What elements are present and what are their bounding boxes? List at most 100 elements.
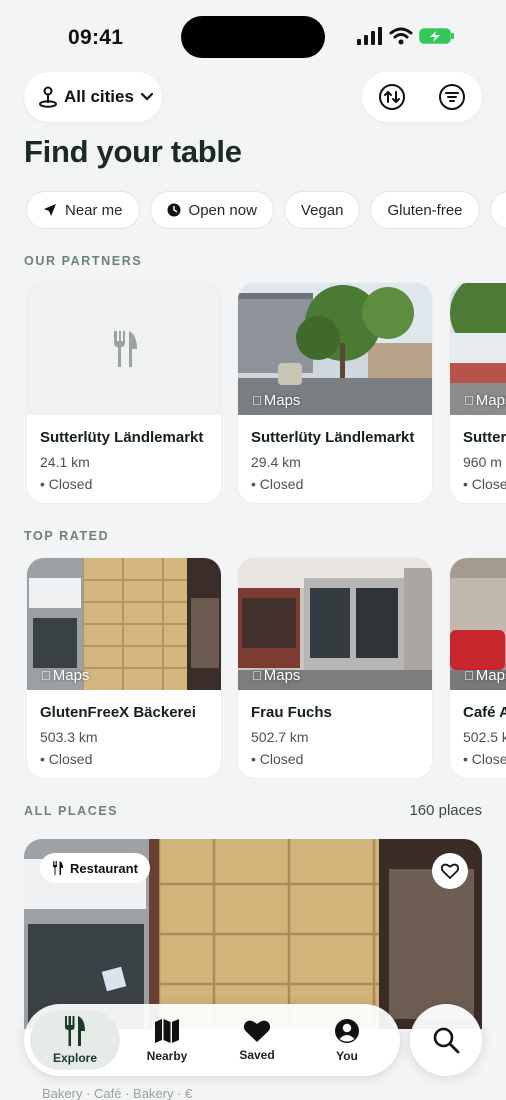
status-icons bbox=[357, 27, 455, 45]
filter-chip-vegan[interactable]: Vegan bbox=[283, 191, 361, 229]
maps-badge-label: Maps bbox=[254, 392, 301, 409]
apple-logo-icon:  bbox=[252, 393, 262, 408]
place-status: • Closed bbox=[40, 476, 93, 492]
place-distance: 502.5 km bbox=[463, 729, 506, 745]
maps-badge: Maps bbox=[252, 392, 300, 409]
filter-chip-near-me[interactable]: Near me bbox=[26, 191, 140, 229]
cutlery-icon bbox=[53, 861, 63, 875]
place-status-text: Closed bbox=[259, 476, 304, 492]
partners-carousel[interactable]: Sutterlüty Ländlemarkt 24.1 km • Closed … bbox=[26, 282, 506, 504]
category-badge: Restaurant bbox=[40, 853, 150, 883]
tab-saved[interactable]: Saved bbox=[212, 1010, 302, 1070]
tab-you[interactable]: You bbox=[302, 1010, 392, 1070]
apple-logo-icon:  bbox=[464, 393, 474, 408]
place-name: Frau Fuchs bbox=[251, 704, 332, 721]
favorite-button[interactable] bbox=[432, 853, 468, 889]
place-name: Sutterlüty Ländlemarkt bbox=[40, 429, 204, 446]
status-bar: 09:41 bbox=[0, 0, 506, 72]
tab-explore[interactable]: Explore bbox=[30, 1010, 120, 1070]
heart-icon bbox=[243, 1020, 271, 1042]
section-heading-partners: OUR PARTNERS bbox=[24, 254, 143, 268]
place-status: • Closed bbox=[463, 751, 506, 767]
place-status-text: Closed bbox=[471, 476, 506, 492]
place-status-text: Closed bbox=[48, 476, 93, 492]
city-selector[interactable]: All cities bbox=[24, 72, 162, 122]
filter-chip-label: Near me bbox=[65, 201, 123, 219]
place-card[interactable]: Maps Sutterlüty Ländlemarkt 29.4 km • C… bbox=[237, 282, 433, 504]
top-row: All cities bbox=[24, 72, 482, 122]
chevron-down-icon bbox=[140, 92, 154, 101]
filter-chip-gluten-free[interactable]: Gluten-free bbox=[370, 191, 480, 229]
place-status: • Closed bbox=[251, 476, 304, 492]
place-status: • Closed bbox=[40, 751, 93, 767]
filter-chip-label: Open now bbox=[188, 201, 257, 219]
place-distance: 503.3 km bbox=[40, 729, 98, 745]
place-distance: 502.7 km bbox=[251, 729, 309, 745]
place-name: Sutterlüty bbox=[463, 429, 506, 446]
location-arrow-icon bbox=[44, 204, 56, 216]
maps-badge: Maps bbox=[252, 667, 300, 684]
maps-badge-label: Maps bbox=[254, 667, 301, 684]
cutlery-icon bbox=[114, 331, 137, 367]
filter-chip-label: Vegan bbox=[300, 201, 344, 219]
street-photo: Maps bbox=[450, 558, 506, 690]
person-icon bbox=[335, 1018, 359, 1043]
city-selector-label: All cities bbox=[64, 87, 134, 106]
category-badge-label: Restaurant bbox=[70, 860, 138, 876]
place-distance: 24.1 km bbox=[40, 454, 90, 470]
dynamic-island bbox=[181, 16, 325, 58]
place-status-text: Closed bbox=[48, 751, 93, 767]
filter-chip-label: Gluten-free bbox=[387, 201, 463, 219]
status-time: 09:41 bbox=[68, 26, 124, 49]
tab-label: Explore bbox=[52, 1050, 97, 1065]
maps-badge: Maps bbox=[41, 667, 89, 684]
place-card[interactable]: Maps Frau Fuchs 502.7 km • Closed bbox=[237, 557, 433, 779]
search-button[interactable] bbox=[410, 1004, 482, 1076]
section-heading-top-rated: TOP RATED bbox=[24, 529, 110, 543]
page-title: Find your table bbox=[24, 134, 242, 169]
sort-icon[interactable] bbox=[378, 83, 406, 111]
cutlery-icon bbox=[65, 1015, 85, 1046]
place-card[interactable]: Sutterlüty Ländlemarkt 24.1 km • Closed bbox=[26, 282, 222, 504]
city-pin-icon bbox=[39, 86, 57, 108]
place-card[interactable]: Maps Sutterlüty 960 m • Closed bbox=[449, 282, 506, 504]
featured-place-meta: Bakery · Café · Bakery · € bbox=[42, 1086, 193, 1100]
place-card[interactable]: Maps GlutenFreeX Bäckerei 503.3 km • Cl… bbox=[26, 557, 222, 779]
place-distance: 29.4 km bbox=[251, 454, 301, 470]
wifi-icon bbox=[389, 27, 413, 45]
maps-badge-label: Maps bbox=[43, 667, 90, 684]
place-card[interactable]: Maps Café A 502.5 km • Closed bbox=[449, 557, 506, 779]
heart-outline-icon bbox=[441, 863, 459, 879]
filter-icon[interactable] bbox=[438, 83, 466, 111]
filter-chip-more[interactable] bbox=[489, 191, 506, 229]
maps-badge-label: Maps bbox=[466, 667, 506, 684]
section-heading-all-places: ALL PLACES bbox=[24, 804, 119, 818]
place-name: GlutenFreeX Bäckerei bbox=[40, 704, 196, 721]
map-icon bbox=[155, 1018, 179, 1043]
search-icon bbox=[433, 1027, 460, 1054]
apple-logo-icon:  bbox=[41, 668, 51, 683]
apple-logo-icon:  bbox=[464, 668, 474, 683]
filter-chip-open-now[interactable]: Open now bbox=[149, 191, 274, 229]
tab-label: Nearby bbox=[146, 1048, 188, 1063]
maps-badge-label: Maps bbox=[466, 392, 506, 409]
top-rated-carousel[interactable]: Maps GlutenFreeX Bäckerei 503.3 km • Cl… bbox=[26, 557, 506, 779]
street-photo: Maps bbox=[238, 283, 432, 415]
place-status-text: Closed bbox=[471, 751, 506, 767]
tab-label: Saved bbox=[239, 1047, 275, 1062]
street-photo: Maps bbox=[450, 283, 506, 415]
place-status: • Closed bbox=[463, 476, 506, 492]
tab-label: You bbox=[336, 1048, 358, 1063]
tab-nearby[interactable]: Nearby bbox=[122, 1010, 212, 1070]
clock-icon bbox=[167, 203, 181, 217]
place-name: Café A bbox=[463, 704, 506, 721]
header-actions bbox=[362, 72, 482, 122]
maps-badge: Maps bbox=[464, 392, 506, 409]
street-photo: Maps bbox=[27, 558, 221, 690]
street-photo: Maps bbox=[238, 558, 432, 690]
places-count: 160 places bbox=[409, 802, 482, 819]
signal-icon bbox=[357, 27, 382, 45]
tab-bar: Explore Nearby Saved You bbox=[24, 1004, 400, 1076]
place-status: • Closed bbox=[251, 751, 304, 767]
place-status-text: Closed bbox=[259, 751, 304, 767]
